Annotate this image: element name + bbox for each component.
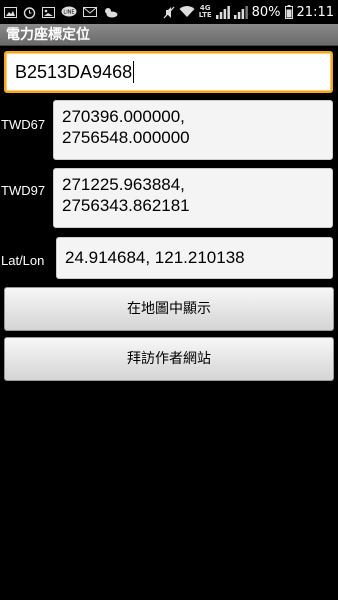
image-icon: [4, 6, 17, 18]
pole-code-value[interactable]: B2513DA9468: [15, 62, 132, 83]
network-type: 4G LTE: [198, 4, 212, 19]
mail-icon: [83, 7, 97, 17]
twd97-field[interactable]: 271225.963884, 2756343.862181: [53, 168, 333, 228]
gallery-icon: [42, 6, 55, 18]
twd67-field[interactable]: 270396.000000, 2756548.000000: [53, 100, 333, 160]
pole-code-input[interactable]: B2513DA9468: [4, 51, 333, 93]
latlon-label: Lat/Lon: [1, 253, 45, 268]
line-app-icon: LINE: [61, 6, 77, 18]
clock-time: 21:11: [296, 4, 334, 20]
signal-icon: [215, 5, 230, 19]
show-on-map-button[interactable]: 在地圖中顯示: [4, 287, 334, 331]
alarm-clock-icon: [23, 6, 36, 19]
app-title: 電力座標定位: [6, 27, 90, 43]
battery-icon: [284, 5, 293, 19]
visit-author-site-button[interactable]: 拜訪作者網站: [4, 337, 334, 381]
mute-icon: [163, 6, 175, 19]
twd97-label: TWD97: [1, 183, 46, 198]
weather-icon: [103, 7, 118, 18]
battery-percent: 80%: [251, 4, 281, 20]
app-title-bar: 電力座標定位: [0, 24, 338, 46]
signal-icon-2: [233, 5, 248, 19]
latlon-field[interactable]: 24.914684, 121.210138: [56, 237, 333, 279]
text-cursor: [133, 61, 135, 83]
twd67-label: TWD67: [1, 117, 46, 132]
status-bar: LINE 4G LTE 80% 21:11: [0, 0, 338, 24]
svg-text:LINE: LINE: [63, 10, 74, 16]
wifi-icon: [179, 6, 195, 18]
